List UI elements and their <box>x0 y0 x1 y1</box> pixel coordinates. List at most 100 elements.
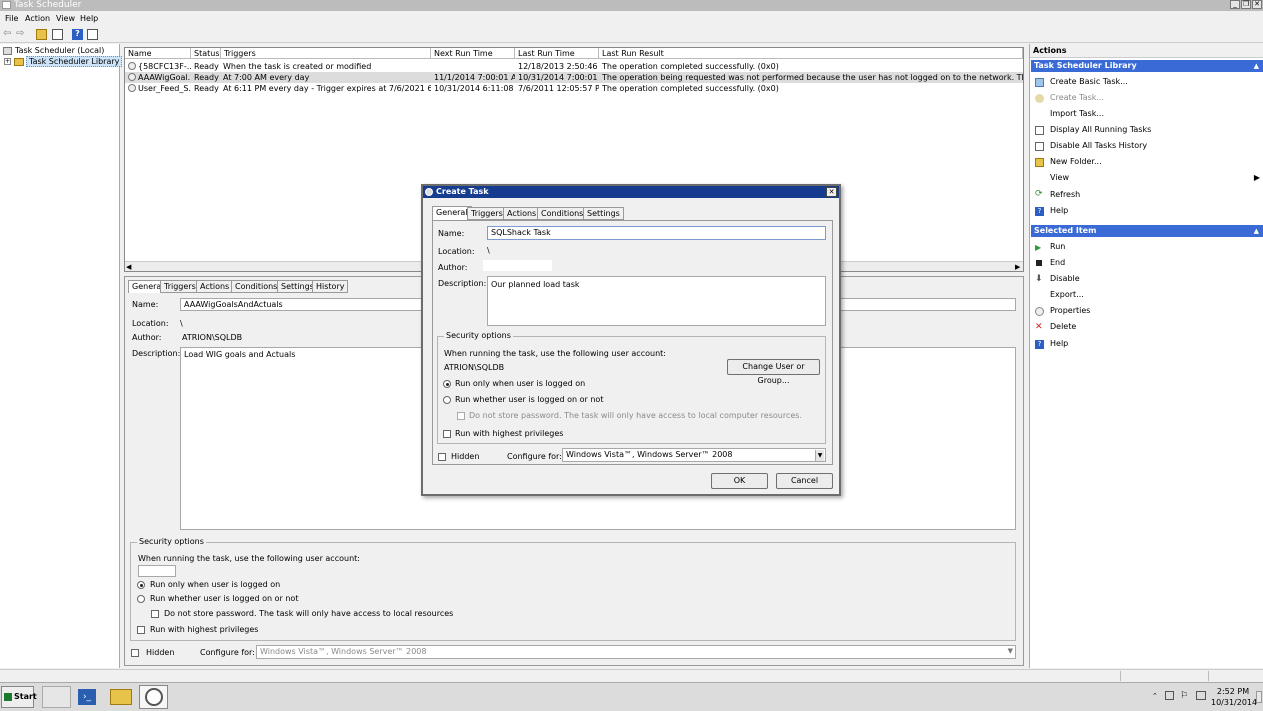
collapse-icon[interactable]: ▲ <box>1254 60 1259 72</box>
section-title: Selected Item <box>1034 226 1097 235</box>
column-header-last-run-time[interactable]: Last Run Time <box>515 48 599 59</box>
action-disable-history[interactable]: Disable All Tasks History <box>1030 139 1262 153</box>
powershell-icon[interactable]: ›_ <box>78 689 96 705</box>
menu-bar: File Action View Help <box>0 12 1263 26</box>
column-header-name[interactable]: Name <box>125 48 191 59</box>
action-create-task[interactable]: Create Task... <box>1030 91 1262 105</box>
back-arrow-icon[interactable]: ⇦ <box>3 29 14 40</box>
highest-privileges-checkbox[interactable] <box>137 626 145 634</box>
dialog-close-button[interactable]: ✕ <box>826 187 837 197</box>
dialog-highest-privileges-checkbox[interactable] <box>443 430 451 438</box>
action-center-flag-icon[interactable]: ⚐ <box>1180 691 1188 701</box>
dialog-tab-settings[interactable]: Settings <box>583 207 624 220</box>
menu-file[interactable]: File <box>5 14 18 23</box>
task-last-run: 7/6/2011 12:05:57 PM <box>518 84 599 93</box>
scroll-right-icon[interactable]: ▶ <box>1015 263 1020 271</box>
action-properties[interactable]: Properties <box>1030 304 1262 318</box>
task-clock-icon <box>128 84 136 92</box>
expand-icon[interactable]: + <box>4 58 11 65</box>
window-title: Task Scheduler <box>14 0 82 10</box>
dialog-radio-logged-on[interactable] <box>443 380 451 388</box>
detail-tab-conditions[interactable]: Conditions <box>231 280 282 293</box>
radio-logged-on[interactable] <box>137 581 145 589</box>
configure-for-select[interactable]: Windows Vista™, Windows Server™ 2008 ▼ <box>256 645 1016 659</box>
action-import-task[interactable]: Import Task... <box>1030 107 1262 121</box>
radio-logged-on-or-not[interactable] <box>137 595 145 603</box>
clock-time[interactable]: 2:52 PM <box>1213 687 1253 696</box>
volume-icon[interactable] <box>1196 691 1206 700</box>
dialog-radio-logged-on-or-not[interactable] <box>443 396 451 404</box>
action-disable[interactable]: ⬇ Disable <box>1030 272 1262 286</box>
action-help-selected[interactable]: ? Help <box>1030 337 1262 351</box>
tree-root[interactable]: Task Scheduler (Local) <box>15 46 104 55</box>
section-header-selected-item[interactable]: Selected Item ▲ <box>1031 225 1263 237</box>
menu-view[interactable]: View <box>56 14 75 23</box>
dialog-do-not-store-checkbox[interactable] <box>457 412 465 420</box>
column-header-triggers[interactable]: Triggers <box>221 48 431 59</box>
ok-button[interactable]: OK <box>711 473 768 489</box>
column-header-last-run-result[interactable]: Last Run Result <box>599 48 1023 59</box>
dialog-hidden-checkbox[interactable] <box>438 453 446 461</box>
dialog-name-input[interactable]: SQLShack Task <box>487 226 826 240</box>
dialog-tab-conditions[interactable]: Conditions <box>537 207 588 220</box>
minimize-button[interactable]: _ <box>1230 0 1240 9</box>
help-icon[interactable]: ? <box>72 29 83 40</box>
dialog-description-input[interactable]: Our planned load task <box>487 276 826 326</box>
show-desktop-button[interactable] <box>1256 691 1262 703</box>
action-label: Help <box>1050 339 1069 348</box>
action-export[interactable]: Export... <box>1030 288 1262 302</box>
task-triggers: At 6:11 PM every day - Trigger expires a… <box>223 84 431 93</box>
dialog-location-label: Location: <box>438 247 475 256</box>
task-clock-icon <box>128 73 136 81</box>
action-view[interactable]: View ▶ <box>1030 171 1262 185</box>
collapse-icon[interactable]: ▲ <box>1254 225 1259 237</box>
dialog-tab-general[interactable]: General <box>432 206 472 220</box>
forward-arrow-icon[interactable]: ⇨ <box>16 29 27 40</box>
task-scheduler-taskbar-button[interactable] <box>139 685 168 709</box>
show-hide-console-tree-icon[interactable] <box>52 29 63 40</box>
menu-action[interactable]: Action <box>25 14 50 23</box>
action-run[interactable]: ▶ Run <box>1030 240 1262 254</box>
close-window-button[interactable]: ✕ <box>1252 0 1262 9</box>
task-status: Ready <box>194 62 219 71</box>
cancel-button[interactable]: Cancel <box>776 473 833 489</box>
scroll-left-icon[interactable]: ◀ <box>126 263 131 271</box>
action-display-running-tasks[interactable]: Display All Running Tasks <box>1030 123 1262 137</box>
table-row[interactable]: User_Feed_S... Ready At 6:11 PM every da… <box>125 83 1023 94</box>
tree-item-task-scheduler-library[interactable]: Task Scheduler Library <box>26 56 123 67</box>
action-refresh[interactable]: ⟳ Refresh <box>1030 188 1262 202</box>
column-header-next-run-time[interactable]: Next Run Time <box>431 48 515 59</box>
menu-help[interactable]: Help <box>80 14 98 23</box>
action-end[interactable]: End <box>1030 256 1262 270</box>
table-row[interactable]: AAAWigGoal... Ready At 7:00 AM every day… <box>125 72 1023 83</box>
action-new-folder[interactable]: New Folder... <box>1030 155 1262 169</box>
dropdown-arrow-icon[interactable]: ▼ <box>815 450 824 461</box>
section-header-task-scheduler-library[interactable]: Task Scheduler Library ▲ <box>1031 60 1263 72</box>
do-not-store-password-checkbox[interactable] <box>151 610 159 618</box>
network-icon[interactable] <box>1165 691 1174 700</box>
start-button[interactable]: Start <box>1 686 37 708</box>
folder-up-icon[interactable] <box>36 29 47 40</box>
dialog-configure-select[interactable]: Windows Vista™, Windows Server™ 2008 ▼ <box>562 448 826 462</box>
detail-tab-history[interactable]: History <box>312 280 349 293</box>
column-header-status[interactable]: Status <box>191 48 221 59</box>
table-row[interactable]: {58CFC13F-... Ready When the task is cre… <box>125 61 1023 72</box>
user-account-field[interactable] <box>138 565 176 577</box>
action-help[interactable]: ? Help <box>1030 204 1262 218</box>
dialog-tab-triggers[interactable]: Triggers <box>467 207 507 220</box>
show-hide-action-pane-icon[interactable] <box>87 29 98 40</box>
dialog-tab-actions[interactable]: Actions <box>503 207 541 220</box>
action-create-basic-task[interactable]: Create Basic Task... <box>1030 75 1262 89</box>
action-delete[interactable]: ✕ Delete <box>1030 320 1262 334</box>
hidden-checkbox[interactable] <box>131 649 139 657</box>
action-label: Create Basic Task... <box>1050 77 1128 86</box>
change-user-button[interactable]: Change User or Group... <box>727 359 820 385</box>
detail-tab-actions[interactable]: Actions <box>196 280 234 293</box>
explorer-folder-icon[interactable] <box>110 689 132 705</box>
show-hidden-icons-icon[interactable]: ⌃ <box>1152 692 1158 700</box>
detail-tab-triggers[interactable]: Triggers <box>160 280 200 293</box>
restore-button[interactable]: ❐ <box>1241 0 1251 9</box>
task-scheduler-icon <box>3 47 12 55</box>
server-manager-icon[interactable] <box>42 686 71 708</box>
clock-date[interactable]: 10/31/2014 <box>1211 698 1257 707</box>
